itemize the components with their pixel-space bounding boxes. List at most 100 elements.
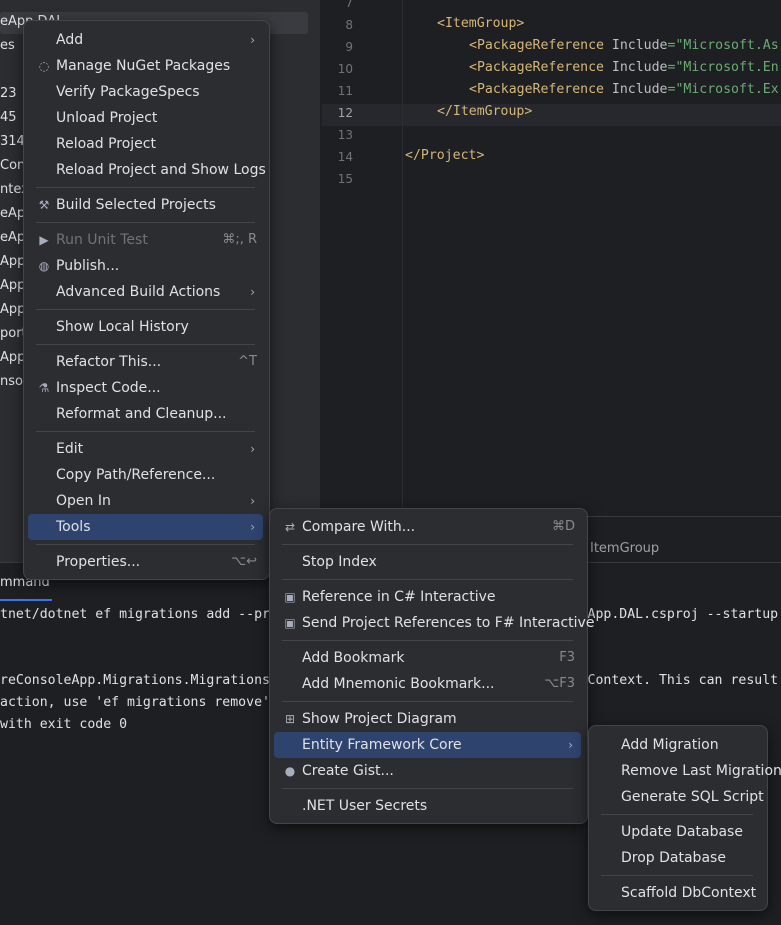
github-icon: ● [284, 764, 296, 778]
menu-separator [36, 187, 255, 188]
chevron-right-icon: › [250, 285, 255, 299]
menu-item-label: Update Database [621, 824, 743, 840]
menu-item-verify-packagespecs[interactable]: Verify PackageSpecs [28, 79, 263, 105]
code-token: Include [611, 38, 668, 53]
menu-item-build-selected-projects[interactable]: ⚒ Build Selected Projects [28, 192, 263, 218]
tree-item[interactable]: App [0, 278, 25, 293]
line-number: 14 [337, 150, 353, 164]
menu-item-label: Publish... [56, 258, 120, 274]
terminal-line: action, use 'ef migrations remove' [0, 695, 270, 710]
menu-item-advanced-build-actions[interactable]: Advanced Build Actions › [28, 279, 263, 305]
code-token: ="Microsoft.As [667, 38, 779, 53]
menu-item-shortcut: ⌘;, R [222, 232, 257, 247]
hammer-icon: ⚒ [38, 198, 50, 212]
menu-item-manage-nuget-packages[interactable]: ◌ Manage NuGet Packages [28, 53, 263, 79]
menu-item-reload-project[interactable]: Reload Project [28, 131, 263, 157]
menu-item-label: Verify PackageSpecs [56, 84, 200, 100]
inspect-icon: ⚗ [38, 381, 50, 395]
menu-item-shortcut: ⌥↩ [231, 554, 257, 569]
menu-item-label: Send Project References to F# Interactiv… [302, 615, 595, 631]
menu-item-entity-framework-core[interactable]: Entity Framework Core › [274, 732, 581, 758]
menu-item-update-database[interactable]: Update Database [593, 819, 761, 845]
code-line: <PackageReference Include="Microsoft.As [469, 38, 779, 53]
menu-item-add-migration[interactable]: Add Migration [593, 732, 761, 758]
menu-item-reference-in-c-interactive[interactable]: ▣ Reference in C# Interactive [274, 584, 581, 610]
tree-item[interactable]: Con [0, 158, 25, 173]
menu-item-label: Add [56, 32, 84, 48]
menu-separator [282, 579, 573, 580]
tree-item[interactable]: App [0, 350, 25, 365]
menu-item-add[interactable]: Add › [28, 27, 263, 53]
menu-item-refactor-this[interactable]: Refactor This... ^T [28, 349, 263, 375]
code-token: ="Microsoft.En [667, 60, 779, 75]
menu-item-shortcut: ⌥F3 [544, 676, 575, 691]
menu-item-label: .NET User Secrets [302, 798, 428, 814]
menu-item-label: Reload Project and Show Logs [56, 162, 266, 178]
tree-item[interactable]: es [0, 38, 15, 53]
menu-item-remove-last-migration[interactable]: Remove Last Migration [593, 758, 781, 784]
menu-item-reformat-and-cleanup[interactable]: Reformat and Cleanup... [28, 401, 263, 427]
line-number: 15 [337, 172, 353, 186]
menu-item-drop-database[interactable]: Drop Database [593, 845, 761, 871]
code-line: <PackageReference Include="Microsoft.En [469, 60, 779, 75]
menu-item-compare-with[interactable]: ⇄ Compare With... ⌘D [274, 514, 581, 540]
run-icon: ▶ [39, 233, 49, 247]
menu-item-label: Add Mnemonic Bookmark... [302, 676, 495, 692]
code-token: Include [611, 82, 668, 97]
menu-item-shortcut: ^T [238, 354, 257, 369]
menu-separator [601, 875, 753, 876]
code-editor[interactable]: 7 8 <ItemGroup> 9 <PackageReference Include=… [322, 0, 781, 516]
menu-item-stop-index[interactable]: Stop Index [274, 549, 581, 575]
menu-item-inspect-code[interactable]: ⚗ Inspect Code... [28, 375, 263, 401]
menu-item-edit[interactable]: Edit › [28, 436, 263, 462]
tree-item[interactable]: App [0, 254, 25, 269]
menu-item-add-mnemonic-bookmark[interactable]: Add Mnemonic Bookmark... ⌥F3 [274, 671, 581, 697]
menu-item-unload-project[interactable]: Unload Project [28, 105, 263, 131]
menu-item-show-project-diagram[interactable]: ⊞ Show Project Diagram [274, 706, 581, 732]
breadcrumb-item[interactable]: ItemGroup [590, 541, 659, 556]
menu-item-label: Remove Last Migration [621, 763, 781, 779]
chevron-right-icon: › [568, 738, 573, 752]
menu-item-label: Drop Database [621, 850, 726, 866]
menu-separator [601, 814, 753, 815]
menu-separator [282, 701, 573, 702]
code-line: </ItemGroup> [437, 104, 532, 119]
tree-item[interactable]: 45 [0, 110, 17, 125]
menu-item-label: Show Project Diagram [302, 711, 457, 727]
menu-item-label: Reload Project [56, 136, 156, 152]
menu-item-shortcut: F3 [559, 650, 575, 665]
menu-item-label: Build Selected Projects [56, 197, 216, 213]
menu-separator [282, 788, 573, 789]
menu-item-generate-sql-script[interactable]: Generate SQL Script [593, 784, 764, 810]
menu-item-label: Show Local History [56, 319, 189, 335]
csharp-interactive-icon: ▣ [284, 590, 296, 604]
menu-item-open-in[interactable]: Open In › [28, 488, 263, 514]
menu-item-net-user-secrets[interactable]: .NET User Secrets [274, 793, 581, 819]
menu-separator [36, 344, 255, 345]
menu-item-add-bookmark[interactable]: Add Bookmark F3 [274, 645, 581, 671]
menu-item-publish[interactable]: ◍ Publish... [28, 253, 263, 279]
code-token: <PackageReference [469, 38, 612, 53]
menu-item-send-project-references-to-f-interactive[interactable]: ▣ Send Project References to F# Interacti… [274, 610, 594, 636]
menu-separator [36, 431, 255, 432]
code-token: ="Microsoft.Ex [667, 82, 779, 97]
menu-item-copy-path-reference[interactable]: Copy Path/Reference... [28, 462, 263, 488]
menu-item-properties[interactable]: Properties... ⌥↩ [28, 549, 263, 575]
menu-item-create-gist[interactable]: ● Create Gist... [274, 758, 581, 784]
line-number: 9 [345, 40, 353, 54]
fsharp-interactive-icon: ▣ [284, 616, 296, 630]
code-token: </ItemGroup> [437, 104, 533, 119]
menu-item-show-local-history[interactable]: Show Local History [28, 314, 263, 340]
code-line: </Project> [405, 148, 484, 163]
menu-item-label: Unload Project [56, 110, 158, 126]
terminal-line: with exit code 0 [0, 717, 128, 732]
menu-item-reload-project-and-show-logs[interactable]: Reload Project and Show Logs [28, 157, 266, 183]
menu-item-label: Add Bookmark [302, 650, 405, 666]
menu-item-label: Add Migration [621, 737, 719, 753]
menu-item-run-unit-test[interactable]: ▶ Run Unit Test ⌘;, R [28, 227, 263, 253]
menu-item-label: Manage NuGet Packages [56, 58, 231, 74]
menu-item-tools[interactable]: Tools › [28, 514, 263, 540]
menu-item-scaffold-dbcontext[interactable]: Scaffold DbContext [593, 880, 761, 906]
tree-item[interactable]: 23 [0, 86, 17, 101]
code-token: <PackageReference [469, 82, 612, 97]
